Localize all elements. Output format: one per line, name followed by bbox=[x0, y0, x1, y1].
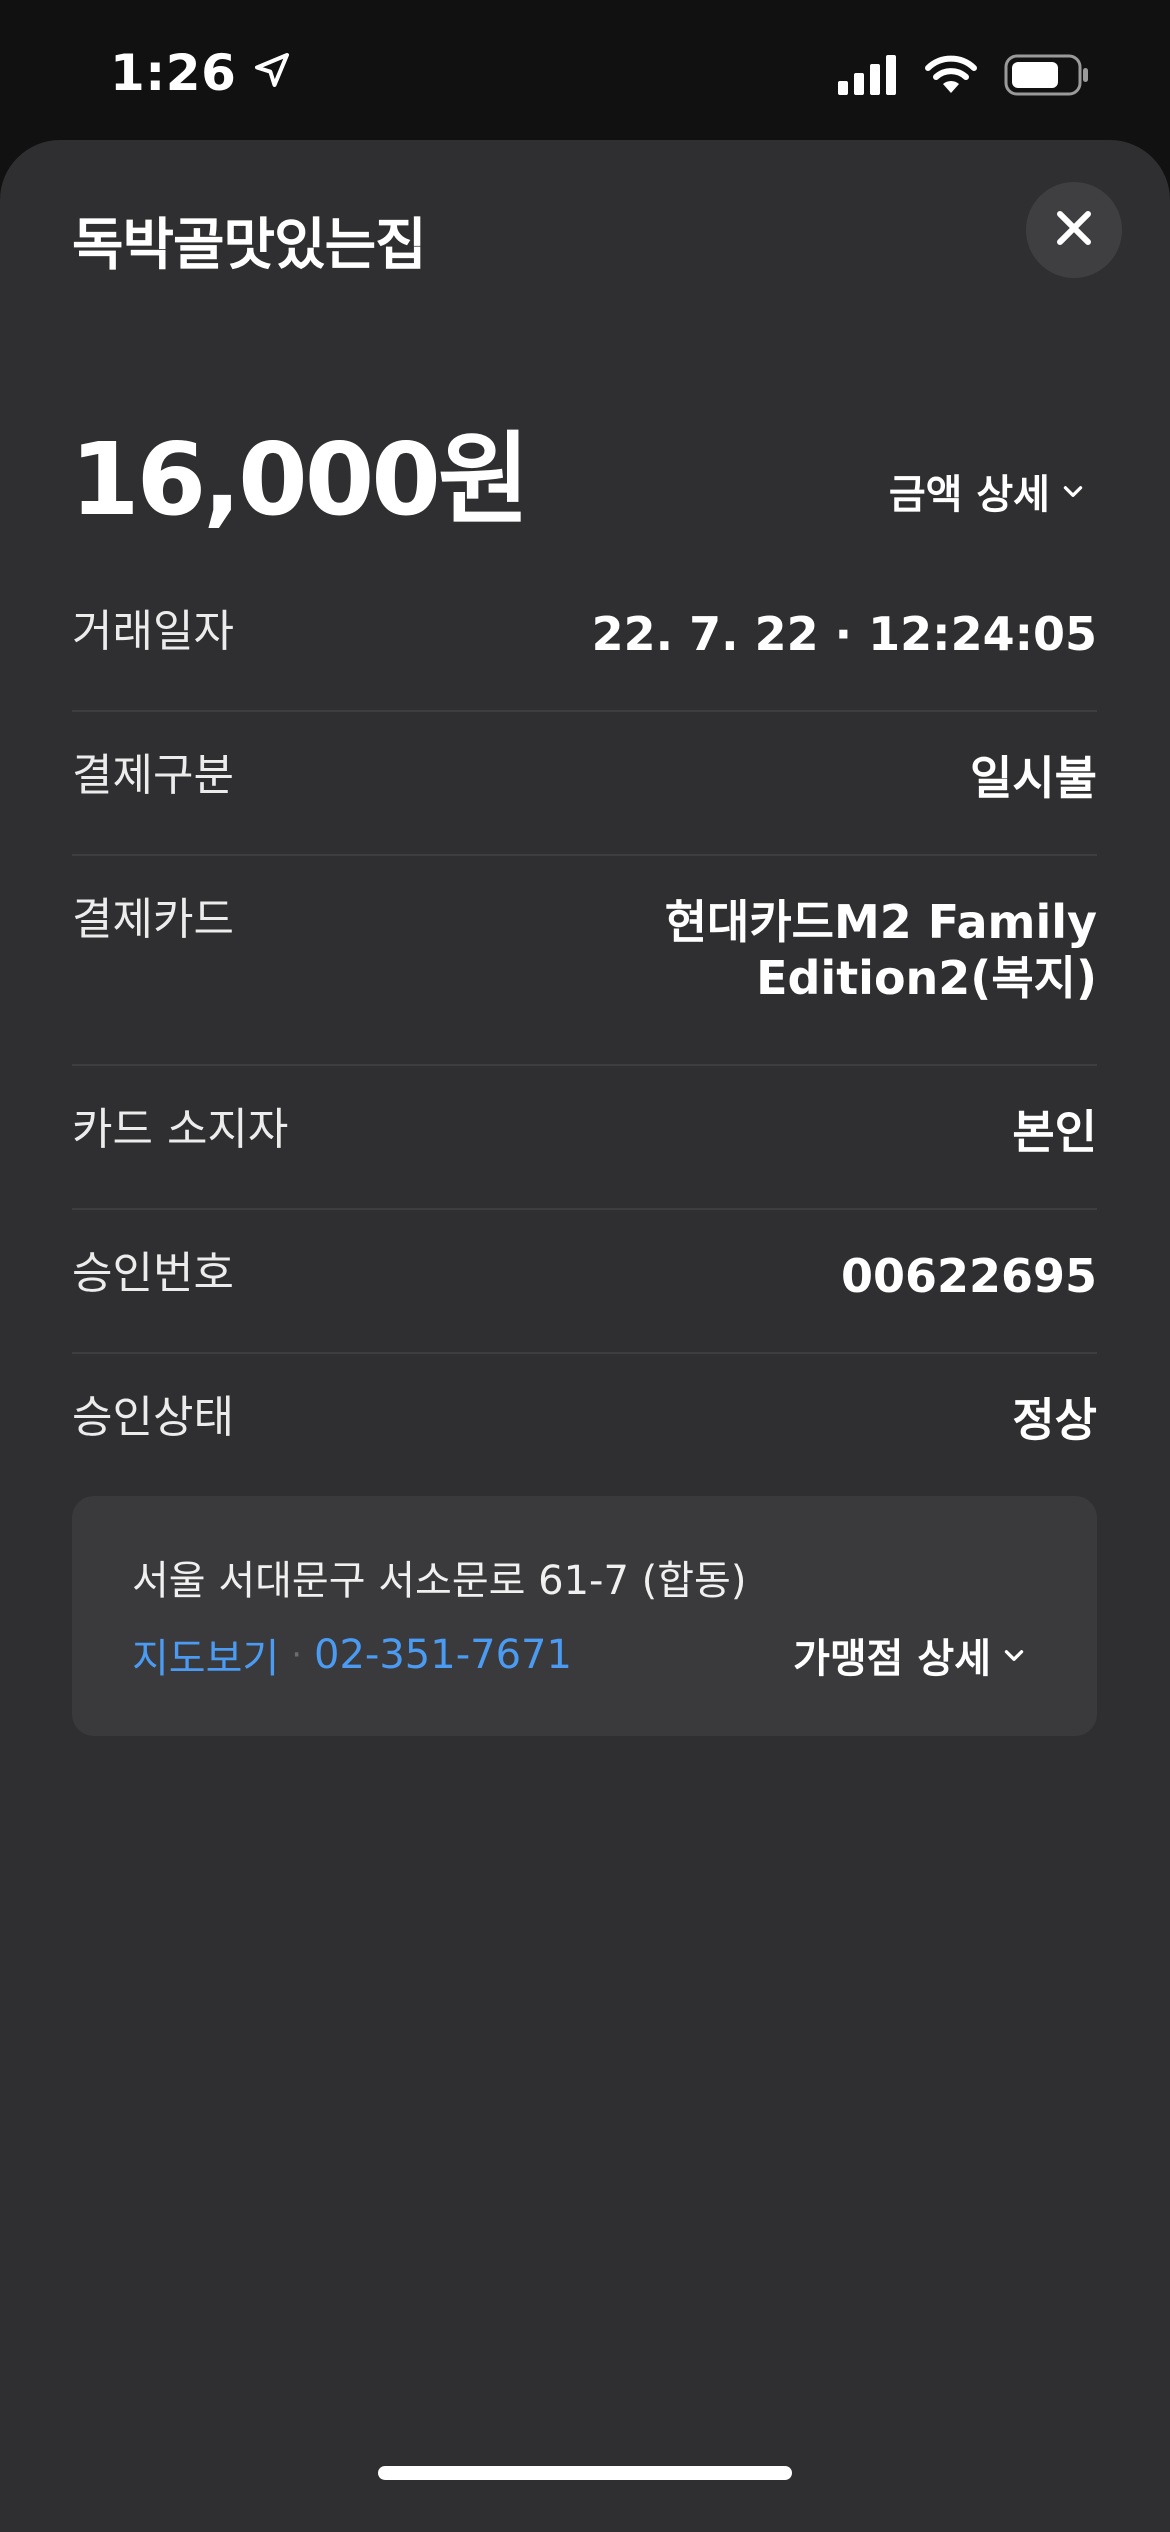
detail-label: 카드 소지자 bbox=[72, 1104, 289, 1155]
detail-label: 거래일자 bbox=[72, 606, 234, 657]
merchant-detail-button[interactable]: 가맹점 상세 bbox=[793, 1626, 1027, 1684]
status-bar: 1:26 bbox=[0, 0, 1170, 140]
close-icon bbox=[1054, 208, 1094, 252]
detail-list: 거래일자 22. 7. 22 · 12:24:05 결제구분 일시불 결제카드 … bbox=[72, 568, 1097, 1498]
home-indicator[interactable] bbox=[378, 2466, 792, 2480]
status-time-text: 1:26 bbox=[110, 44, 237, 102]
status-time: 1:26 bbox=[110, 44, 292, 102]
detail-label: 결제카드 bbox=[72, 894, 234, 945]
merchant-info-card: 서울 서대문구 서소문로 61-7 (합동) 지도보기 · 02-351-767… bbox=[72, 1496, 1097, 1736]
merchant-address: 서울 서대문구 서소문로 61-7 (합동) bbox=[132, 1558, 747, 1604]
detail-row-payment-type: 결제구분 일시불 bbox=[72, 712, 1097, 856]
merchant-detail-label: 가맹점 상세 bbox=[793, 1636, 991, 1682]
battery-icon bbox=[1004, 54, 1090, 100]
detail-value: 본인 bbox=[1012, 1105, 1097, 1159]
amount-detail-button[interactable]: 금액 상세 bbox=[889, 462, 1086, 520]
detail-label: 결제구분 bbox=[72, 750, 234, 801]
detail-value: 00622695 bbox=[840, 1249, 1097, 1303]
detail-row-date: 거래일자 22. 7. 22 · 12:24:05 bbox=[72, 568, 1097, 712]
chevron-down-icon bbox=[1060, 468, 1086, 514]
detail-label: 승인번호 bbox=[72, 1248, 234, 1299]
detail-value: 정상 bbox=[1012, 1393, 1097, 1447]
location-arrow-icon bbox=[252, 44, 292, 102]
merchant-links: 지도보기 · 02-351-7671 bbox=[132, 1626, 572, 1684]
cellular-signal-icon bbox=[838, 55, 898, 99]
detail-label: 승인상태 bbox=[72, 1392, 234, 1443]
detail-row-approval-number: 승인번호 00622695 bbox=[72, 1210, 1097, 1354]
detail-value: 현대카드M2 Family Edition2(복지) bbox=[664, 895, 1097, 1006]
map-link[interactable]: 지도보기 bbox=[132, 1626, 279, 1684]
detail-value: 일시불 bbox=[970, 751, 1097, 805]
close-button[interactable] bbox=[1026, 182, 1122, 278]
link-separator: · bbox=[291, 1635, 303, 1675]
transaction-detail-sheet: 독박골맛있는집 16,000원 금액 상세 거래일자 22. 7. 22 · 1… bbox=[0, 140, 1170, 2532]
detail-value: 22. 7. 22 · 12:24:05 bbox=[591, 607, 1097, 661]
payment-amount: 16,000원 bbox=[70, 421, 530, 538]
chevron-down-icon bbox=[1001, 1632, 1027, 1678]
phone-link[interactable]: 02-351-7671 bbox=[314, 1632, 572, 1678]
detail-row-card: 결제카드 현대카드M2 Family Edition2(복지) bbox=[72, 856, 1097, 1066]
wifi-icon bbox=[924, 55, 978, 99]
detail-row-approval-status: 승인상태 정상 bbox=[72, 1354, 1097, 1498]
merchant-title: 독박골맛있는집 bbox=[72, 213, 427, 278]
amount-detail-label: 금액 상세 bbox=[888, 472, 1050, 518]
detail-row-cardholder: 카드 소지자 본인 bbox=[72, 1066, 1097, 1210]
status-icons bbox=[838, 54, 1090, 100]
